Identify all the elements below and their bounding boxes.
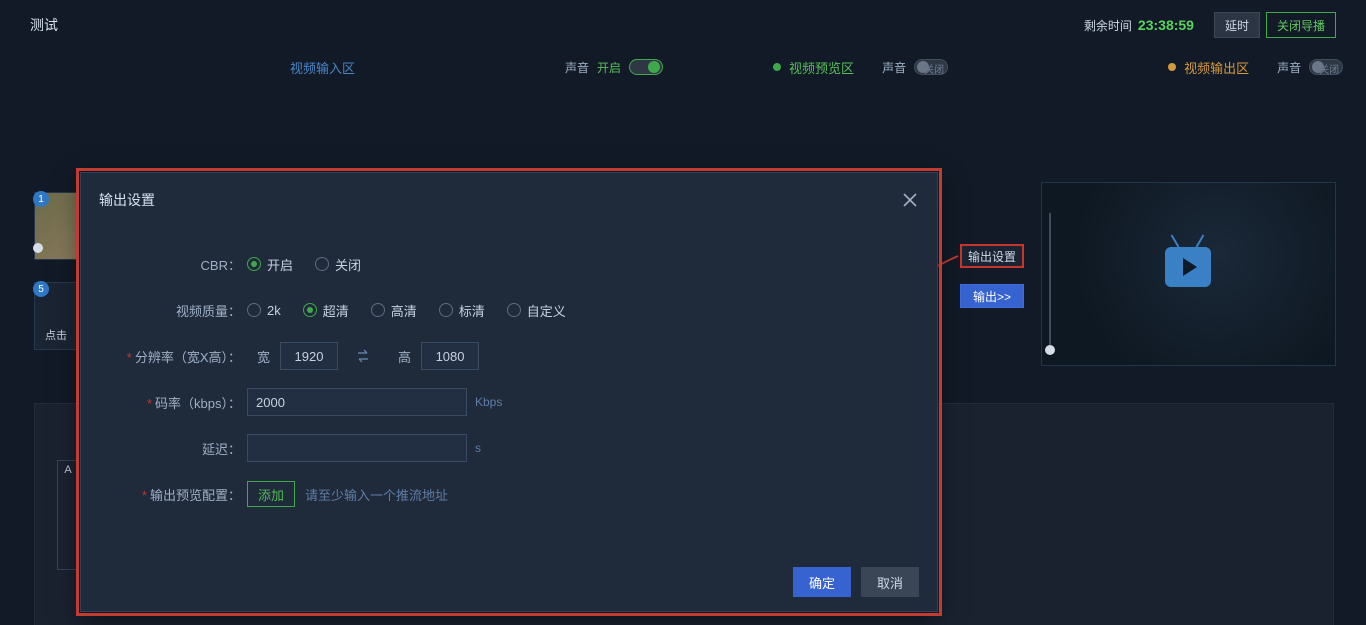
cbr-row: CBR： 开启 关闭 bbox=[99, 241, 919, 287]
quality-2k-radio[interactable]: 2k bbox=[247, 303, 281, 318]
resolution-label: *分辨率（宽X高）： bbox=[99, 347, 247, 366]
confirm-button[interactable]: 确定 bbox=[793, 567, 851, 597]
cbr-label: CBR： bbox=[99, 255, 247, 274]
swap-icon[interactable] bbox=[352, 345, 374, 367]
input-thumb-1[interactable]: 1 bbox=[34, 192, 78, 260]
delay-label: 延迟： bbox=[99, 439, 247, 458]
channel-cell-a[interactable]: A bbox=[57, 460, 79, 570]
remaining-time-value: 23:38:59 bbox=[1138, 17, 1194, 33]
quality-row: 视频质量： 2k 超清 高清 标清 自定义 bbox=[99, 287, 919, 333]
sound-toggle-preview[interactable]: 关闭 bbox=[914, 59, 948, 75]
thumb-badge-1: 1 bbox=[33, 191, 49, 207]
height-input[interactable] bbox=[421, 342, 479, 370]
thumb-badge-5: 5 bbox=[33, 281, 49, 297]
modal-header: 输出设置 bbox=[81, 173, 937, 227]
output-config-row: *输出预览配置： 添加 请至少输入一个推流地址 bbox=[99, 471, 919, 517]
remaining-time-label: 剩余时间 bbox=[1084, 17, 1132, 34]
volume-handle[interactable] bbox=[1045, 345, 1055, 355]
quality-custom-radio[interactable]: 自定义 bbox=[507, 301, 566, 320]
output-settings-button[interactable]: 输出设置 bbox=[960, 244, 1024, 268]
output-settings-modal: 输出设置 CBR： 开启 关闭 视频质量： 2k 超清 高清 标清 自定义 *分… bbox=[80, 172, 938, 612]
quality-sd-radio[interactable]: 标清 bbox=[439, 301, 485, 320]
antenna-icon bbox=[1171, 234, 1180, 247]
play-icon bbox=[1165, 247, 1211, 287]
delay-unit: s bbox=[475, 441, 481, 455]
page-title: 测试 bbox=[30, 15, 58, 35]
modal-footer: 确定 取消 bbox=[81, 553, 937, 611]
stream-hint: 请至少输入一个推流地址 bbox=[305, 485, 448, 504]
output-start-button[interactable]: 输出>> bbox=[960, 284, 1024, 308]
bitrate-row: *码率（kbps）： Kbps bbox=[99, 379, 919, 425]
topbar: 测试 剩余时间 23:38:59 延时 关闭导播 bbox=[0, 0, 1366, 50]
sound-label-1: 声音 bbox=[565, 59, 589, 76]
width-input[interactable] bbox=[280, 342, 338, 370]
modal-title: 输出设置 bbox=[99, 190, 155, 210]
quality-hd-radio[interactable]: 高清 bbox=[371, 301, 417, 320]
delay-input[interactable] bbox=[247, 434, 467, 462]
sound-toggle-output[interactable]: 关闭 bbox=[1309, 59, 1343, 75]
cancel-button[interactable]: 取消 bbox=[861, 567, 919, 597]
sound-toggle-input[interactable] bbox=[629, 59, 663, 75]
height-sub-label: 高 bbox=[398, 347, 411, 366]
close-director-button[interactable]: 关闭导播 bbox=[1266, 12, 1336, 38]
sound-on-text: 开启 bbox=[597, 59, 621, 76]
delay-row: 延迟： s bbox=[99, 425, 919, 471]
bitrate-unit: Kbps bbox=[475, 395, 502, 409]
bitrate-input[interactable] bbox=[247, 388, 467, 416]
output-config-label: *输出预览配置： bbox=[99, 485, 247, 504]
add-stream-button[interactable]: 添加 bbox=[247, 481, 295, 507]
thumb-caption-5: 点击 bbox=[35, 327, 77, 343]
output-preview bbox=[1041, 182, 1336, 366]
quality-label: 视频质量： bbox=[99, 301, 247, 320]
cbr-on-radio[interactable]: 开启 bbox=[247, 255, 293, 274]
status-dot-preview bbox=[773, 63, 781, 71]
quality-uhd-radio[interactable]: 超清 bbox=[303, 301, 349, 320]
volume-track[interactable] bbox=[1049, 213, 1051, 345]
sound-label-3: 声音 bbox=[1277, 59, 1301, 76]
video-output-title: 视频输出区 bbox=[1184, 58, 1249, 77]
thumb-slider-dot[interactable] bbox=[33, 243, 43, 253]
close-icon[interactable] bbox=[901, 191, 919, 209]
modal-body: CBR： 开启 关闭 视频质量： 2k 超清 高清 标清 自定义 *分辨率（宽X… bbox=[81, 227, 937, 517]
sound-label-2: 声音 bbox=[882, 59, 906, 76]
video-input-title: 视频输入区 bbox=[290, 58, 355, 77]
status-dot-output bbox=[1168, 63, 1176, 71]
cbr-off-radio[interactable]: 关闭 bbox=[315, 255, 361, 274]
delay-button[interactable]: 延时 bbox=[1214, 12, 1260, 38]
video-preview-title: 视频预览区 bbox=[789, 58, 854, 77]
resolution-row: *分辨率（宽X高）： 宽 高 bbox=[99, 333, 919, 379]
antenna-icon bbox=[1196, 234, 1205, 247]
bitrate-label: *码率（kbps）： bbox=[99, 393, 247, 412]
width-sub-label: 宽 bbox=[257, 347, 270, 366]
input-thumb-5[interactable]: 5 点击 bbox=[34, 282, 78, 350]
section-bar: 视频输入区 声音 开启 视频预览区 声音 关闭 视频输出区 声音 关闭 bbox=[0, 50, 1366, 84]
